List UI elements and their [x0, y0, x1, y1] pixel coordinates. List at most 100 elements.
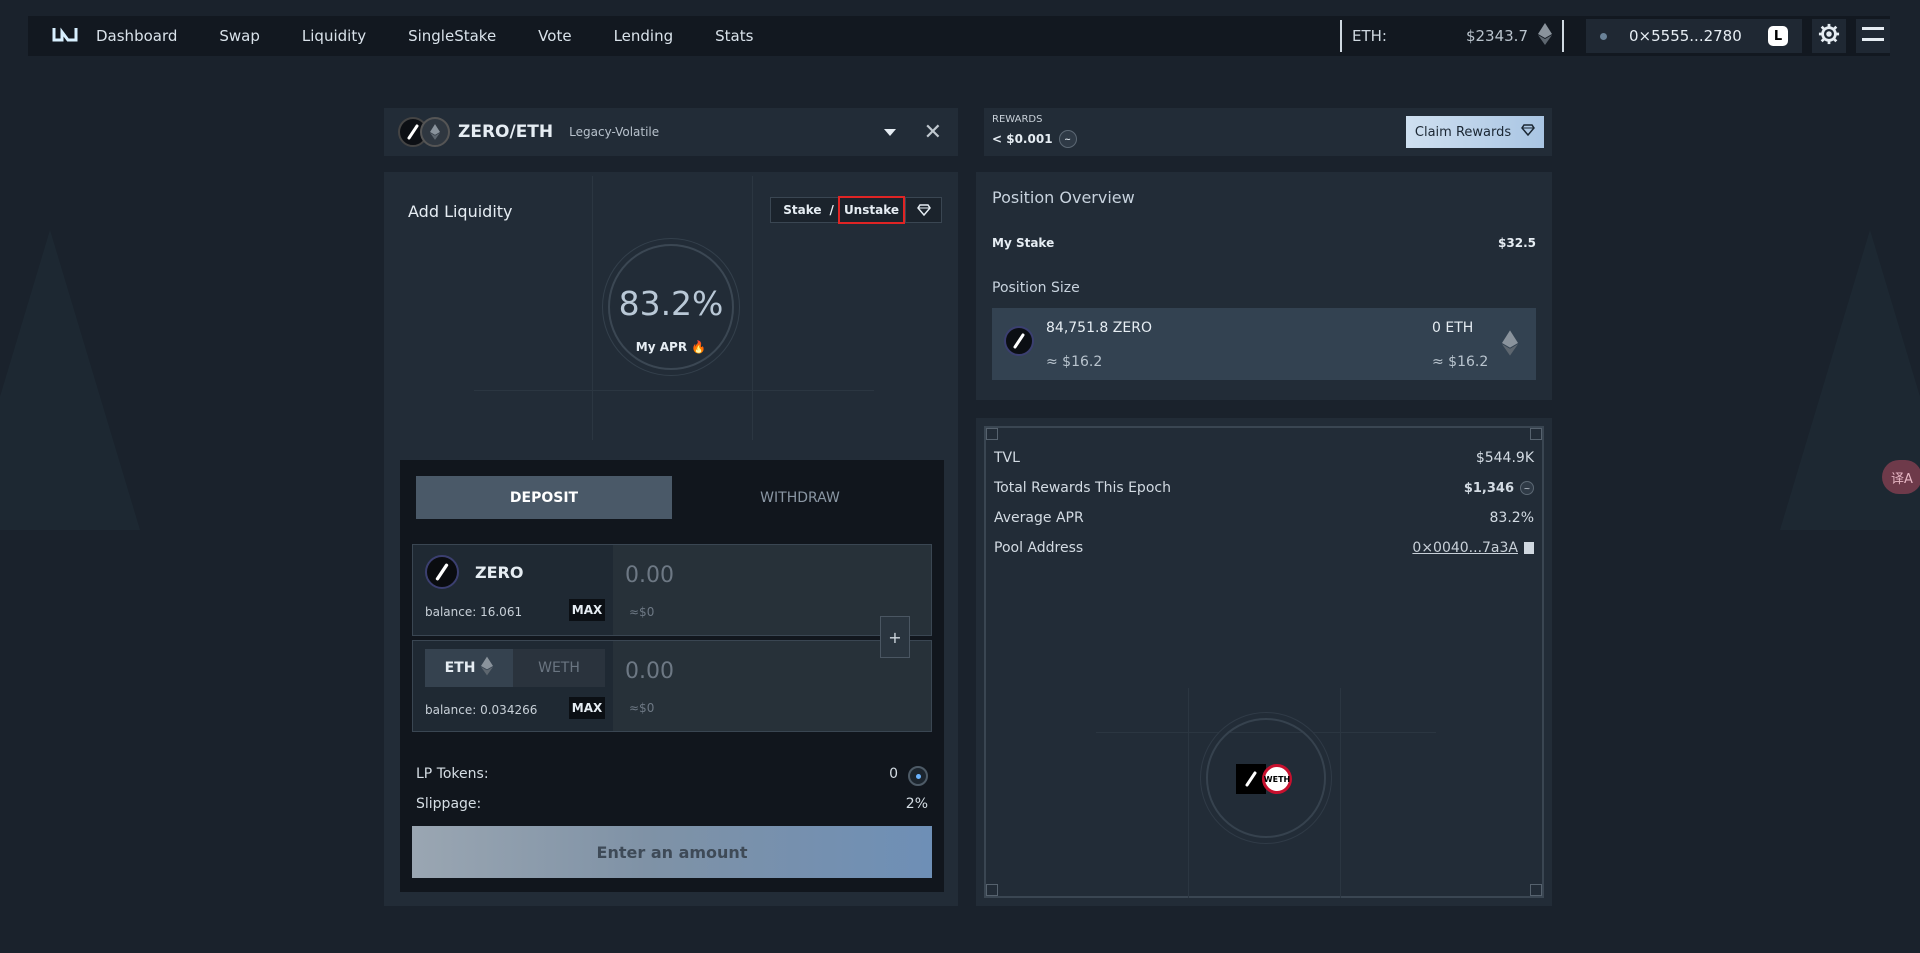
add-plus-icon[interactable]: +: [880, 616, 910, 658]
diamond-icon: [1521, 124, 1536, 140]
decorative-grid-line: [1188, 688, 1189, 898]
total-rewards-row: Total Rewards This Epoch $1,346 ~: [994, 480, 1534, 496]
slippage-value[interactable]: 2%: [906, 796, 928, 812]
close-icon[interactable]: ✕: [924, 120, 942, 145]
average-apr-label: Average APR: [994, 510, 1084, 526]
translate-icon[interactable]: 译A: [1882, 460, 1920, 494]
rewards-amount: < $0.001 ~: [992, 130, 1077, 148]
slippage-row: Slippage: 2%: [416, 796, 928, 812]
pair-selector[interactable]: ZERO/ETH Legacy-Volatile ✕: [384, 108, 958, 156]
decorative-grid-line: [592, 176, 593, 440]
background-tree-left: [0, 230, 140, 530]
max-button-eth[interactable]: MAX: [569, 697, 605, 719]
position-eth-usd: ≈ $16.2: [1432, 354, 1489, 370]
frame-corner: [1530, 428, 1542, 440]
decorative-grid-line: [752, 176, 753, 440]
wallet-provider-icon: L: [1768, 26, 1788, 46]
eth-price-display: ETH: $2343.7: [1340, 20, 1564, 52]
eth-icon: [1538, 23, 1552, 49]
pool-info-panel: TVL $544.9K Total Rewards This Epoch $1,…: [976, 418, 1552, 906]
max-button-zero[interactable]: MAX: [569, 599, 605, 621]
position-size-card: 84,751.8 ZERO ≈ $16.2 0 ETH ≈ $16.2: [992, 308, 1536, 380]
apr-gauge: 83.2% My APR 🔥: [596, 232, 746, 382]
amount-usd-zero: ≈$0: [629, 605, 655, 619]
frame-corner: [986, 428, 998, 440]
nav-liquidity[interactable]: Liquidity: [302, 27, 366, 45]
claim-rewards-label: Claim Rewards: [1414, 124, 1512, 140]
tab-withdraw[interactable]: WITHDRAW: [672, 476, 928, 519]
tab-deposit[interactable]: DEPOSIT: [416, 476, 672, 519]
my-stake-label: My Stake: [992, 236, 1055, 250]
deposit-withdraw-tabs: DEPOSIT WITHDRAW: [416, 476, 928, 519]
add-liquidity-title: Add Liquidity: [408, 202, 513, 221]
position-overview-panel: Position Overview My Stake $32.5 Positio…: [976, 172, 1552, 400]
flame-icon: 🔥: [691, 340, 707, 354]
nav-singlestake[interactable]: SingleStake: [408, 27, 496, 45]
nav-stats[interactable]: Stats: [715, 27, 753, 45]
eth-option[interactable]: ETH: [425, 649, 513, 687]
settings-button[interactable]: [1812, 19, 1846, 53]
eth-icon: [481, 656, 494, 680]
nav-vote[interactable]: Vote: [538, 27, 571, 45]
reward-token-icon: ~: [1520, 481, 1534, 495]
position-size-label: Position Size: [992, 280, 1080, 296]
hamburger-icon: [1862, 25, 1884, 47]
pool-logo-emblem: WETH: [1196, 708, 1336, 848]
amount-input-zero[interactable]: 0.00: [625, 563, 674, 588]
slippage-label: Slippage:: [416, 796, 482, 812]
pool-address-row: Pool Address 0×0040...7a3A: [994, 540, 1534, 556]
wallet-button[interactable]: 0×5555...2780 L: [1586, 19, 1802, 53]
claim-rewards-button[interactable]: Claim Rewards: [1406, 116, 1544, 148]
eth-option-label: ETH: [444, 660, 476, 676]
position-overview-title: Position Overview: [992, 188, 1135, 207]
app-logo-icon[interactable]: [52, 25, 78, 47]
wallet-address: 0×5555...2780: [1629, 27, 1742, 45]
copy-icon[interactable]: [1524, 542, 1534, 554]
apr-value: 83.2%: [618, 284, 724, 323]
unstake-option[interactable]: Unstake: [837, 196, 905, 224]
frame-corner: [1530, 884, 1542, 896]
frame-corner: [986, 884, 998, 896]
my-stake-value: $32.5: [1498, 236, 1536, 250]
diamond-icon[interactable]: [905, 198, 941, 222]
apr-label-text: My APR: [635, 340, 688, 354]
average-apr-value: 83.2%: [1489, 510, 1534, 526]
pair-token-icons: [398, 117, 454, 147]
nav-dashboard[interactable]: Dashboard: [96, 27, 177, 45]
eth-price-value: $2343.7: [1465, 27, 1528, 45]
my-stake-row: My Stake $32.5: [992, 236, 1536, 250]
top-navbar: Dashboard Swap Liquidity SingleStake Vot…: [28, 16, 1890, 56]
balance-eth: balance: 0.034266: [425, 703, 538, 717]
submit-button[interactable]: Enter an amount: [412, 826, 932, 878]
token-input-zero: ZERO balance: 16.061 MAX 0.00 ≈$0: [412, 544, 932, 636]
stake-option[interactable]: Stake: [771, 198, 825, 222]
menu-button[interactable]: [1856, 19, 1890, 53]
total-rewards-value-group: $1,346 ~: [1464, 481, 1534, 496]
add-liquidity-panel: Add Liquidity Stake / Unstake 83.2% My A…: [384, 172, 958, 906]
reward-token-icon: ~: [1058, 130, 1077, 148]
apr-label: My APR 🔥: [596, 340, 746, 354]
eth-price-label: ETH:: [1352, 27, 1387, 45]
eth-weth-toggle: ETH WETH: [425, 649, 605, 687]
tvl-value: $544.9K: [1475, 450, 1534, 466]
lp-tokens-row: LP Tokens: 0: [416, 766, 928, 786]
weth-token-icon: WETH: [1262, 764, 1292, 794]
tvl-label: TVL: [994, 450, 1020, 466]
tvl-row: TVL $544.9K: [994, 450, 1534, 466]
nav-swap[interactable]: Swap: [219, 27, 260, 45]
chevron-down-icon[interactable]: [883, 128, 896, 136]
eth-token-icon: [420, 117, 450, 147]
nav-lending[interactable]: Lending: [614, 27, 674, 45]
token-info-eth: ETH WETH balance: 0.034266 MAX: [413, 641, 613, 731]
toggle-separator: /: [829, 203, 834, 217]
pool-address-link[interactable]: 0×0040...7a3A: [1412, 540, 1518, 556]
rewards-value: < $0.001: [992, 132, 1053, 146]
amount-input-eth[interactable]: 0.00: [625, 659, 674, 684]
decorative-grid-line: [474, 390, 874, 391]
pair-type: Legacy-Volatile: [569, 125, 660, 139]
stake-unstake-toggle: Stake / Unstake: [770, 196, 942, 224]
total-rewards-label: Total Rewards This Epoch: [994, 480, 1171, 496]
weth-option[interactable]: WETH: [513, 649, 605, 687]
position-zero-amount: 84,751.8 ZERO: [1046, 320, 1152, 336]
lp-token-icon: [908, 766, 928, 786]
